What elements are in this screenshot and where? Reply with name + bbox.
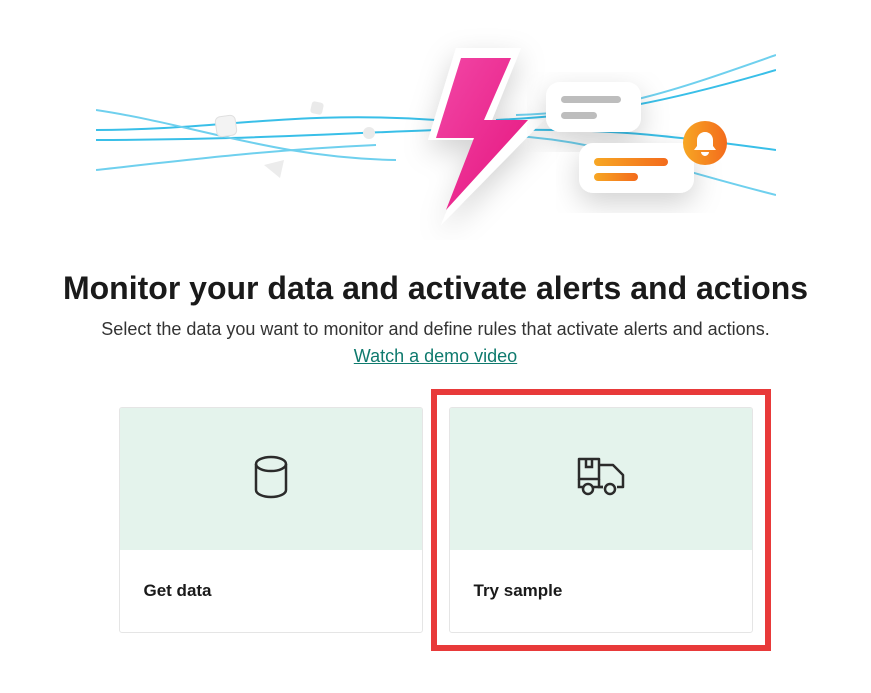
get-data-label: Get data [144,581,212,601]
page-subtext: Select the data you want to monitor and … [101,319,769,340]
try-sample-label: Try sample [474,581,563,601]
hero-illustration [96,10,776,240]
database-icon [251,455,291,504]
get-data-card[interactable]: Get data [119,407,423,633]
page-heading: Monitor your data and activate alerts an… [63,270,808,307]
shipping-truck-icon [573,455,629,504]
watch-demo-link[interactable]: Watch a demo video [354,346,517,367]
option-cards-row: Get data [119,407,753,633]
get-data-icon-area [120,408,422,550]
try-sample-icon-area [450,408,752,550]
try-sample-card[interactable]: Try sample [449,407,753,633]
